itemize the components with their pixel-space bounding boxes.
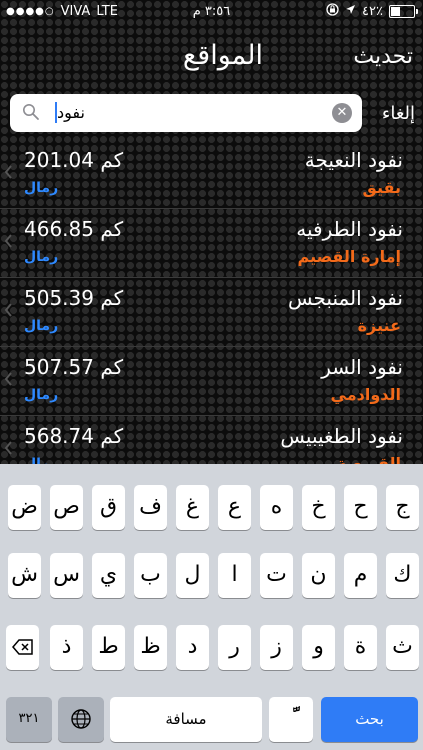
refresh-button[interactable]: تحديث (353, 44, 413, 69)
location-name: نفود السر (321, 355, 403, 379)
key-row1-8[interactable]: ص (50, 485, 83, 530)
status-right: ٤٢٪ (326, 3, 418, 20)
backspace-icon[interactable] (6, 625, 39, 670)
status-bar: ●●●●○ VIVA LTE ٣:٥٦ م ٤٢٪ (0, 0, 423, 22)
key-row1-1[interactable]: ح (344, 485, 377, 530)
key-row2-7[interactable]: ي (92, 553, 125, 598)
key-row1-7[interactable]: ق (92, 485, 125, 530)
key-row2-6[interactable]: ب (134, 553, 167, 598)
location-distance: 466.85 كم (24, 217, 124, 241)
key-row2-3[interactable]: ت (260, 553, 293, 598)
key-row1-2[interactable]: خ (302, 485, 335, 530)
key-row2-2[interactable]: ن (302, 553, 335, 598)
location-type: رمال (24, 249, 59, 265)
space-key[interactable]: مسافة (110, 697, 262, 742)
list-item[interactable]: نفود الطغيبيس 568.74 كم القويعية رمال (0, 416, 423, 464)
key-row1-9[interactable]: ض (8, 485, 41, 530)
location-distance: 505.39 كم (24, 286, 124, 310)
location-region: عنيزة (357, 316, 401, 335)
location-name: نفود النعيجة (304, 148, 403, 172)
location-region: الدوادمي (330, 385, 401, 404)
key-row3-2[interactable]: و (302, 625, 335, 670)
chevron-left-icon (4, 371, 13, 390)
key-row2-1[interactable]: م (344, 553, 377, 598)
key-row2-5[interactable]: ل (176, 553, 209, 598)
battery-icon (389, 5, 418, 18)
chevron-left-icon (4, 233, 13, 252)
location-icon (345, 4, 356, 19)
location-type: رمال (24, 180, 59, 196)
key-row3-6[interactable]: ظ (134, 625, 167, 670)
chevron-left-icon (4, 440, 13, 459)
rotation-lock-icon (326, 3, 339, 20)
key-row1-0[interactable]: ج (386, 485, 419, 530)
page-title: المواقع (182, 40, 263, 71)
list-item[interactable]: نفود الطرفيه 466.85 كم إمارة القصيم رمال (0, 209, 423, 278)
cancel-button[interactable]: إلغاء (382, 103, 415, 124)
list-item[interactable]: نفود المنبجس 505.39 كم عنيزة رمال (0, 278, 423, 347)
key-row1-6[interactable]: ف (134, 485, 167, 530)
location-name: نفود المنبجس (288, 286, 403, 310)
key-row3-7[interactable]: ط (92, 625, 125, 670)
key-row3-4[interactable]: ر (218, 625, 251, 670)
search-value: نفود (57, 103, 85, 122)
chevron-left-icon (4, 164, 13, 183)
key-row3-8[interactable]: ذ (50, 625, 83, 670)
key-row3-5[interactable]: د (176, 625, 209, 670)
keyboard: جحخهعغفقصضكمنتالبيسشثةوزردظطذء٣٢١مسافةًّ… (0, 464, 423, 750)
search-key[interactable]: بحث (321, 697, 418, 742)
clear-icon[interactable]: ✕ (332, 103, 352, 123)
battery-percent: ٤٢٪ (362, 4, 383, 19)
key-row3-0[interactable]: ث (386, 625, 419, 670)
key-row3-1[interactable]: ة (344, 625, 377, 670)
chevron-left-icon (4, 302, 13, 321)
key-row1-4[interactable]: ع (218, 485, 251, 530)
location-distance: 201.04 كم (24, 148, 124, 172)
key-row2-9[interactable]: ش (8, 553, 41, 598)
location-region: إمارة القصيم (297, 247, 401, 266)
location-distance: 568.74 كم (24, 424, 124, 448)
diacritic-key[interactable]: ًّ (269, 697, 313, 742)
location-type: رمال (24, 318, 59, 334)
location-name: نفود الطرفيه (296, 217, 403, 241)
location-type: رمال (24, 387, 59, 403)
key-row2-0[interactable]: ك (386, 553, 419, 598)
key-row1-3[interactable]: ه (260, 485, 293, 530)
results-list: نفود النعيجة 201.04 كم بقيق رمال نفود الطرفي… (0, 140, 423, 464)
key-row1-5[interactable]: غ (176, 485, 209, 530)
list-item[interactable]: نفود النعيجة 201.04 كم بقيق رمال (0, 140, 423, 209)
location-type: رمال (24, 456, 59, 464)
search-input[interactable]: نفود ✕ (10, 94, 362, 132)
location-region: القويعية (336, 454, 401, 464)
key-row3-3[interactable]: ز (260, 625, 293, 670)
battery-fill (391, 7, 401, 16)
key-row2-4[interactable]: ا (218, 553, 251, 598)
magnifier-icon (22, 103, 40, 125)
key-row2-8[interactable]: س (50, 553, 83, 598)
numbers-key[interactable]: ٣٢١ (6, 697, 52, 742)
list-item[interactable]: نفود السر 507.57 كم الدوادمي رمال (0, 347, 423, 416)
location-distance: 507.57 كم (24, 355, 124, 379)
globe-icon[interactable] (58, 697, 104, 742)
location-name: نفود الطغيبيس (280, 424, 403, 448)
location-region: بقيق (362, 178, 401, 197)
